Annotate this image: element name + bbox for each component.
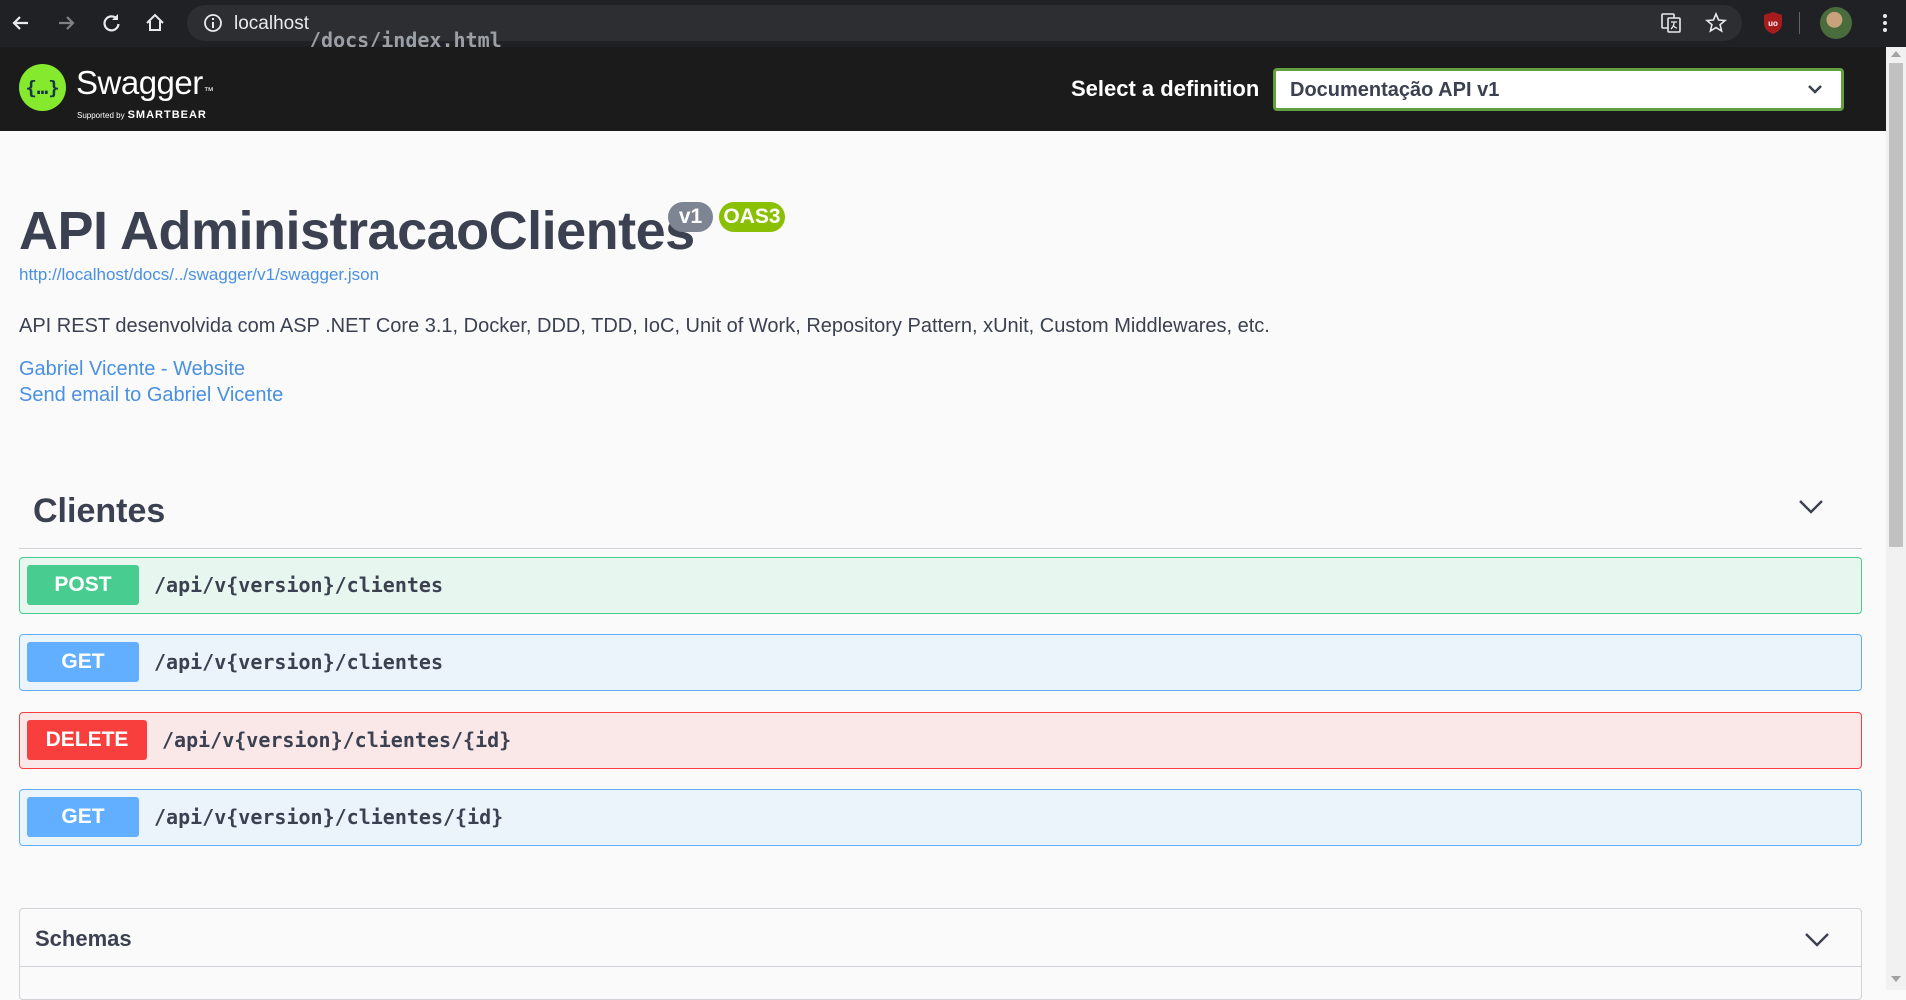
tag-clientes-title[interactable]: Clientes [33,492,165,531]
operation-path: /api/v{version}/clientes [154,650,443,674]
version-badge: v1 [668,202,713,232]
chevron-down-icon [1807,82,1823,100]
swagger-topbar: {…} Swagger™ Supported by SMARTBEAR Selec… [0,47,1886,131]
profile-avatar[interactable] [1820,7,1852,39]
forward-icon[interactable] [51,8,81,38]
method-badge-get: GET [27,797,139,837]
swagger-logo-icon[interactable]: {…} [19,64,66,111]
operation-path: /api/v{version}/clientes/{id} [162,728,512,752]
supported-by-text: Supported by [77,111,125,120]
definition-select-value: Documentação API v1 [1290,79,1500,101]
translate-icon[interactable] [1657,9,1685,37]
api-description: API REST desenvolvida com ASP .NET Core … [19,315,1270,337]
schemas-divider [20,966,1861,967]
url-host: localhost [234,13,309,34]
operation-path: /api/v{version}/clientes/{id} [154,805,504,829]
bookmark-star-icon[interactable] [1702,9,1730,37]
schemas-section: Schemas [19,908,1862,1000]
select-definition-label: Select a definition [1071,76,1260,101]
method-badge-get: GET [27,642,139,682]
swagger-logo-tm: ™ [203,86,214,97]
api-title: API AdministracaoClientes [19,201,695,261]
method-badge-delete: DELETE [27,720,147,760]
ublock-extension-icon[interactable]: uo [1757,7,1789,39]
swagger-logo-name: Swagger [76,64,203,101]
browser-toolbar: localhost/docs/index.html uo [0,0,1906,52]
address-bar[interactable]: localhost/docs/index.html [187,5,1742,52]
site-info-icon[interactable] [203,13,223,38]
ublock-label: uo [1768,19,1778,28]
smartbear-tagline: Supported by SMARTBEAR [77,105,207,123]
page-scrollbar[interactable] [1886,47,1906,990]
scroll-down-arrow[interactable] [1891,976,1901,982]
home-icon[interactable] [140,8,170,38]
schemas-collapse-chevron-icon[interactable] [1803,931,1831,954]
swagger-logo-glyph: {…} [25,76,60,99]
operation-get-clientes[interactable]: GET /api/v{version}/clientes [19,634,1862,691]
browser-menu-icon[interactable] [1870,8,1900,38]
tag-divider [19,548,1862,549]
smartbear-text: SMARTBEAR [127,109,207,121]
definition-select[interactable]: Documentação API v1 [1273,68,1844,111]
scrollbar-thumb[interactable] [1889,63,1903,547]
reload-icon[interactable] [96,8,126,38]
email-link[interactable]: Send email to Gabriel Vicente [19,384,283,407]
schemas-title[interactable]: Schemas [35,926,132,952]
method-badge-post: POST [27,565,139,605]
url-text[interactable]: localhost/docs/index.html [234,13,502,52]
spec-url-link[interactable]: http://localhost/docs/../swagger/v1/swag… [19,265,379,285]
website-link[interactable]: Gabriel Vicente - Website [19,358,245,381]
operation-path: /api/v{version}/clientes [154,573,443,597]
back-icon[interactable] [6,8,36,38]
tag-collapse-chevron-icon[interactable] [1797,498,1825,521]
oas-badge: OAS3 [719,202,785,232]
swagger-logo-text[interactable]: Swagger™ [76,64,214,102]
operation-get-cliente-by-id[interactable]: GET /api/v{version}/clientes/{id} [19,789,1862,846]
scroll-up-arrow[interactable] [1891,51,1901,57]
operation-post-clientes[interactable]: POST /api/v{version}/clientes [19,557,1862,614]
toolbar-separator [1799,12,1800,34]
operation-delete-cliente-by-id[interactable]: DELETE /api/v{version}/clientes/{id} [19,712,1862,769]
